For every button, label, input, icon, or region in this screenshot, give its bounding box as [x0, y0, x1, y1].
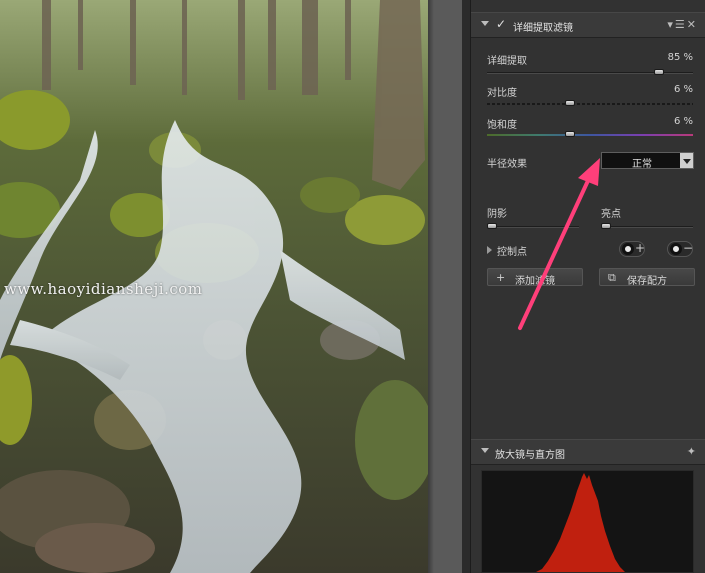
shadows-label: 阴影 — [487, 209, 507, 220]
saturation-slider[interactable] — [487, 134, 693, 136]
dropdown-arrow-icon[interactable] — [680, 153, 693, 168]
loupe-histogram-header[interactable]: 放大镜与直方图 ✦ — [471, 439, 705, 465]
watermark-text: www.haoyidiansheji.com — [4, 280, 203, 298]
add-control-point-button[interactable]: + — [619, 241, 645, 257]
highlights-slider[interactable] — [601, 226, 693, 228]
detail-extraction-thumb[interactable] — [653, 69, 664, 75]
detail-extraction-label: 详细提取 — [487, 56, 527, 67]
expand-arrow-icon[interactable] — [487, 246, 492, 254]
image-canvas[interactable]: www.haoyidiansheji.com — [0, 0, 462, 573]
shadows-slider[interactable] — [487, 226, 579, 228]
save-preset-button[interactable]: ⧉ 保存配方 — [599, 268, 695, 287]
detail-filter-header[interactable]: ✓ 详细提取滤镜 ▾☰✕ — [471, 12, 705, 38]
contrast-value: 6 % — [673, 84, 693, 95]
control-point-icon — [670, 243, 682, 255]
add-filter-button[interactable]: + 添加滤镜 — [487, 268, 583, 287]
save-preset-label: 保存配方 — [627, 276, 667, 287]
collapse-arrow-icon[interactable] — [481, 21, 489, 26]
highlights-thumb[interactable] — [601, 223, 611, 229]
saturation-label: 饱和度 — [487, 120, 517, 131]
minus-icon: − — [683, 241, 694, 255]
collapse-arrow-icon[interactable] — [481, 448, 489, 453]
panel-menu-close-icon[interactable]: ▾☰✕ — [667, 18, 698, 31]
histogram-graph — [536, 473, 625, 572]
filter-panel: ✓ 详细提取滤镜 ▾☰✕ 详细提取 85 % 对比度 6 % 饱和度 6 % 半… — [470, 0, 705, 573]
shadows-thumb[interactable] — [487, 223, 497, 229]
pin-icon[interactable]: ✦ — [687, 445, 698, 458]
control-point-icon — [622, 243, 634, 255]
loupe-histogram-title: 放大镜与直方图 — [495, 450, 565, 461]
radius-effect-select[interactable]: 正常 — [601, 152, 694, 170]
photo-edge-shadow — [428, 0, 434, 573]
radius-effect-label: 半径效果 — [487, 159, 527, 170]
control-points-label: 控制点 — [497, 247, 527, 258]
add-filter-label: 添加滤镜 — [515, 276, 555, 287]
contrast-thumb[interactable] — [565, 100, 576, 106]
contrast-slider[interactable] — [487, 103, 693, 105]
enable-checkbox-icon[interactable]: ✓ — [496, 17, 506, 31]
detail-filter-title: 详细提取滤镜 — [513, 23, 573, 34]
histogram — [481, 470, 694, 573]
highlights-label: 亮点 — [601, 209, 621, 220]
saturation-thumb[interactable] — [565, 131, 576, 137]
radius-effect-value: 正常 — [632, 159, 652, 170]
histogram-curve — [536, 473, 625, 572]
contrast-label: 对比度 — [487, 88, 517, 99]
saturation-value: 6 % — [673, 116, 693, 127]
plus-icon: + — [635, 241, 646, 255]
detail-extraction-value: 85 % — [667, 52, 693, 63]
remove-control-point-button[interactable]: − — [667, 241, 693, 257]
